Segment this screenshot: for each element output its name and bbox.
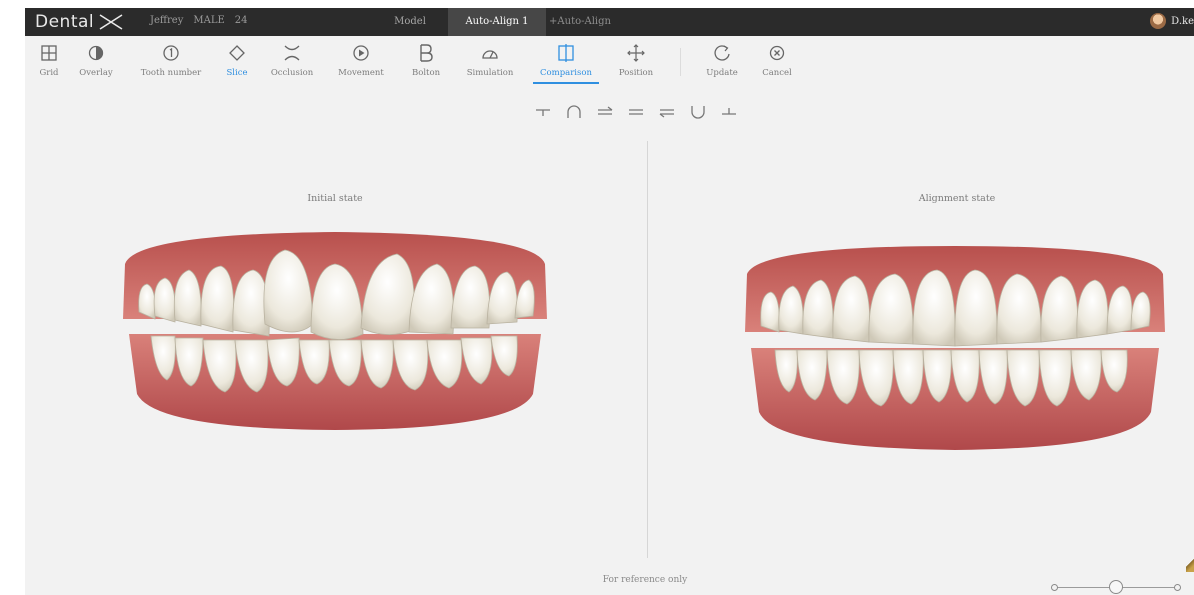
upper-align-button[interactable] bbox=[595, 102, 615, 122]
app-logo: Dental bbox=[35, 11, 124, 33]
both-jaws-icon bbox=[629, 109, 643, 115]
lower-arch-button[interactable] bbox=[688, 102, 708, 122]
add-auto-align-tab[interactable]: +Auto-Align bbox=[540, 8, 620, 36]
movement-button[interactable]: Movement bbox=[335, 42, 387, 78]
lower-align-button[interactable] bbox=[657, 102, 677, 122]
both-jaws-button[interactable] bbox=[626, 102, 646, 122]
toolbar: Grid Overlay Tooth number Slice Occlusio… bbox=[25, 36, 1194, 98]
tab-model[interactable]: Model bbox=[385, 8, 435, 36]
slice-icon bbox=[229, 45, 245, 61]
slice-label: Slice bbox=[226, 68, 248, 78]
position-button[interactable]: Position bbox=[613, 42, 659, 78]
alignment-state-model[interactable] bbox=[735, 234, 1175, 454]
movement-icon bbox=[353, 45, 369, 61]
logo-text: Dental bbox=[35, 12, 95, 32]
upper-arch-icon bbox=[567, 105, 581, 118]
grid-icon bbox=[41, 45, 57, 61]
tooth-number-button[interactable]: Tooth number bbox=[133, 42, 209, 78]
comparison-divider bbox=[647, 141, 648, 558]
lower-arch-icon bbox=[691, 106, 705, 119]
tab-auto-align-1[interactable]: Auto-Align 1 bbox=[448, 8, 546, 36]
upper-arch-button[interactable] bbox=[564, 102, 584, 122]
bolton-button[interactable]: Bolton bbox=[409, 42, 443, 78]
cancel-label: Cancel bbox=[762, 68, 792, 78]
grid-label: Grid bbox=[39, 68, 59, 78]
comparison-label: Comparison bbox=[540, 68, 592, 78]
slider-thumb[interactable] bbox=[1109, 580, 1123, 594]
position-label: Position bbox=[618, 68, 654, 78]
cancel-icon bbox=[769, 45, 785, 61]
initial-state-title: Initial state bbox=[307, 193, 363, 204]
simulation-icon bbox=[482, 50, 498, 59]
patient-age: 24 bbox=[234, 15, 248, 26]
tooth-number-label: Tooth number bbox=[140, 68, 202, 78]
patient-name: Jeffrey bbox=[150, 15, 184, 26]
upper-align-icon bbox=[598, 106, 613, 115]
user-menu[interactable]: D.ke bbox=[1150, 13, 1194, 29]
bolton-label: Bolton bbox=[411, 68, 441, 78]
bolton-icon bbox=[420, 44, 433, 62]
logo-x-icon bbox=[99, 14, 123, 30]
comparison-icon bbox=[558, 44, 574, 62]
top-bar: Dental Jeffrey MALE 24 Model Auto-Align … bbox=[25, 8, 1194, 36]
user-name: D.ke bbox=[1171, 15, 1194, 27]
stage-slider[interactable] bbox=[1051, 580, 1181, 594]
overlay-button[interactable]: Overlay bbox=[75, 42, 117, 78]
view-controls bbox=[533, 102, 739, 122]
patient-sex: MALE bbox=[193, 15, 225, 26]
overlay-label: Overlay bbox=[79, 68, 113, 78]
initial-state-model[interactable] bbox=[115, 224, 555, 434]
overlay-icon bbox=[88, 45, 104, 61]
slider-start-node[interactable] bbox=[1051, 584, 1058, 591]
lower-jaw-view-button[interactable] bbox=[719, 102, 739, 122]
update-icon bbox=[714, 45, 730, 61]
toolbar-divider bbox=[680, 48, 681, 76]
update-label: Update bbox=[706, 68, 738, 78]
lower-jaw-view-icon bbox=[722, 108, 736, 115]
app-window: Dental Jeffrey MALE 24 Model Auto-Align … bbox=[25, 8, 1194, 595]
simulation-label: Simulation bbox=[466, 68, 514, 78]
simulation-button[interactable]: Simulation bbox=[460, 42, 520, 78]
upper-jaw-view-icon bbox=[536, 109, 550, 116]
patient-info: Jeffrey MALE 24 bbox=[150, 15, 248, 26]
corner-handle-icon bbox=[1186, 558, 1194, 572]
occlusion-icon bbox=[284, 45, 300, 61]
cancel-button[interactable]: Cancel bbox=[758, 42, 796, 78]
grid-button[interactable]: Grid bbox=[31, 42, 67, 78]
avatar bbox=[1150, 13, 1167, 29]
reference-note: For reference only bbox=[602, 575, 688, 585]
slider-end-node[interactable] bbox=[1174, 584, 1181, 591]
update-button[interactable]: Update bbox=[702, 42, 742, 78]
alignment-state-title: Alignment state bbox=[918, 193, 996, 204]
movement-label: Movement bbox=[338, 68, 384, 78]
tooth-number-icon bbox=[163, 45, 179, 61]
slice-button[interactable]: Slice bbox=[221, 42, 253, 78]
upper-jaw-view-button[interactable] bbox=[533, 102, 553, 122]
position-icon bbox=[627, 44, 645, 62]
occlusion-label: Occlusion bbox=[270, 68, 314, 78]
occlusion-button[interactable]: Occlusion bbox=[267, 42, 317, 78]
lower-align-icon bbox=[659, 109, 674, 118]
comparison-button[interactable]: Comparison bbox=[533, 42, 599, 84]
